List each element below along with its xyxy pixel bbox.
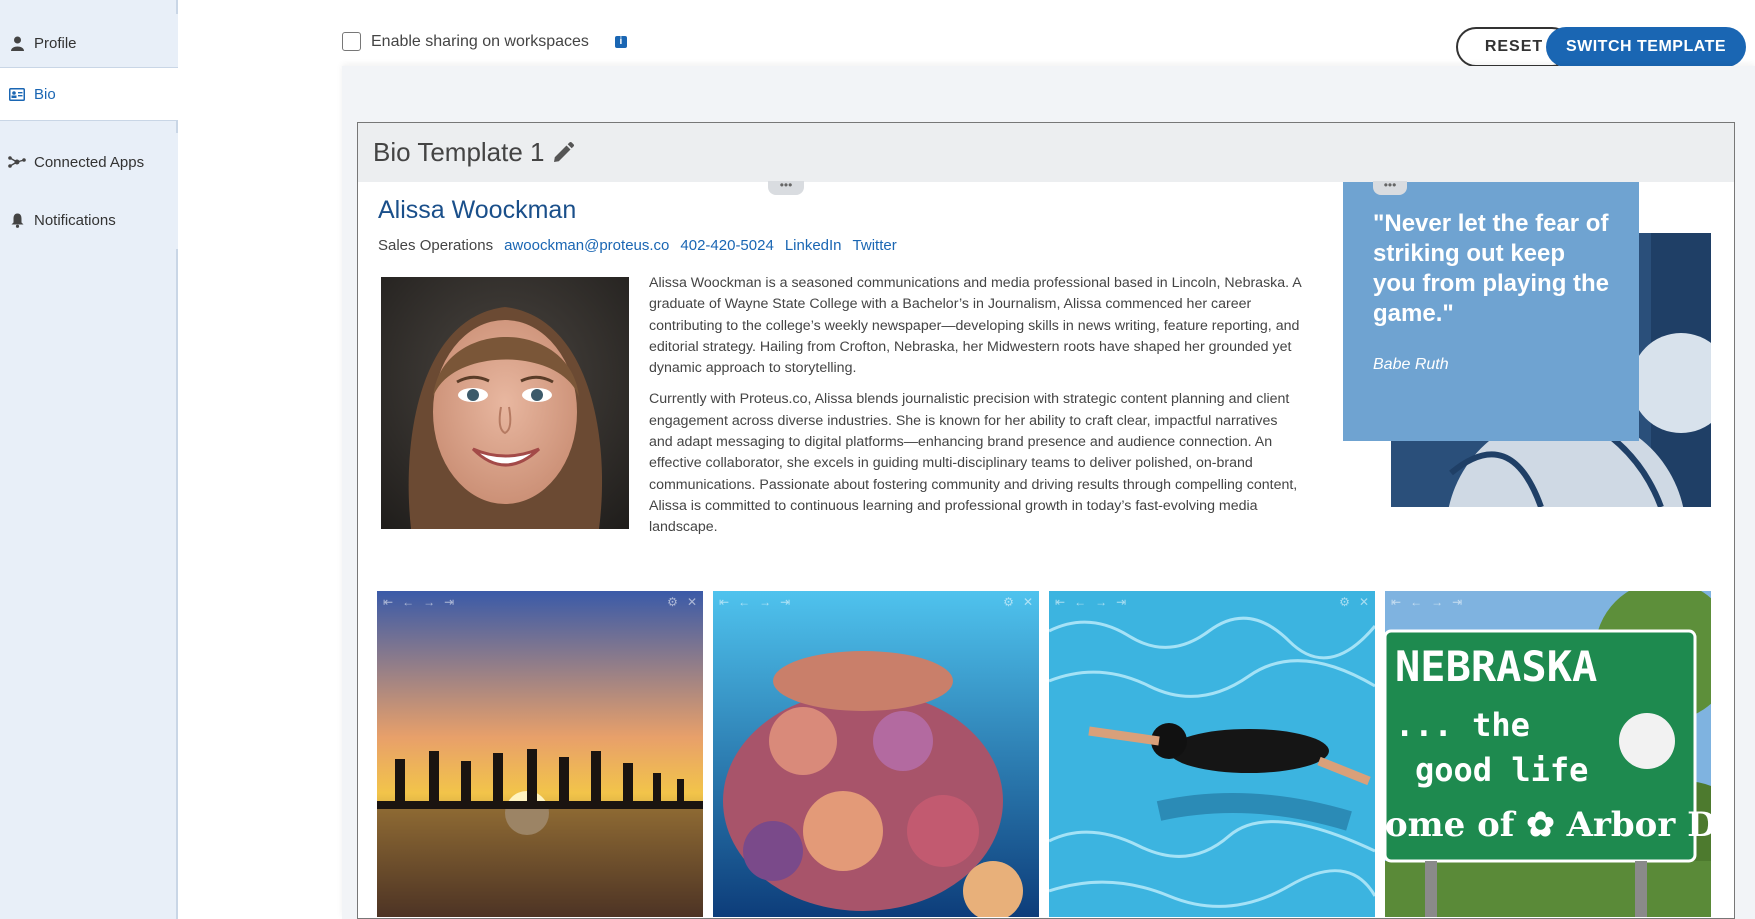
- gallery-controls: ⇤ ← → ⇥ ⚙ ✕: [713, 591, 1039, 613]
- linkedin-link[interactable]: LinkedIn: [785, 237, 842, 254]
- move-last-icon[interactable]: ⇥: [444, 595, 454, 609]
- gallery-controls: ⇤ ← → ⇥: [1385, 591, 1711, 613]
- quote-card: "Never let the fear of striking out keep…: [1343, 182, 1639, 441]
- sidebar-item-bio[interactable]: Bio: [0, 67, 178, 121]
- arrow-right-icon[interactable]: →: [1431, 595, 1443, 609]
- arrow-left-icon[interactable]: ←: [1410, 595, 1422, 609]
- arrow-right-icon[interactable]: →: [423, 595, 435, 609]
- bell-icon: [8, 211, 26, 229]
- move-last-icon[interactable]: ⇥: [1116, 595, 1126, 609]
- twitter-link[interactable]: Twitter: [853, 237, 897, 254]
- sign-text: ome of ✿ Arbor Da: [1385, 805, 1711, 845]
- close-icon[interactable]: ✕: [1359, 595, 1369, 609]
- move-first-icon[interactable]: ⇤: [383, 595, 393, 609]
- switch-template-button[interactable]: SWITCH TEMPLATE: [1546, 27, 1746, 67]
- bio-text: Alissa Woockman is a seasoned communicat…: [649, 273, 1304, 549]
- template-title: Bio Template 1: [373, 137, 545, 167]
- arrow-right-icon[interactable]: →: [1095, 595, 1107, 609]
- sidebar: Profile Bio Connected Apps Notifications: [0, 0, 178, 919]
- quote-author: Babe Ruth: [1373, 356, 1449, 373]
- profile-photo: [381, 277, 629, 529]
- id-card-icon: [8, 85, 26, 103]
- gear-icon[interactable]: ⚙: [1003, 595, 1014, 609]
- template-header: Bio Template 1: [358, 123, 1734, 182]
- bio-paragraph: Currently with Proteus.co, Alissa blends…: [649, 391, 1298, 536]
- sidebar-item-label: Profile: [34, 34, 77, 52]
- gallery-controls: ⇤ ← → ⇥ ⚙ ✕: [1049, 591, 1375, 613]
- sidebar-item-label: Bio: [34, 85, 56, 103]
- phone-link[interactable]: 402-420-5024: [680, 237, 773, 254]
- close-icon[interactable]: ✕: [1023, 595, 1033, 609]
- drag-handle[interactable]: •••: [1373, 179, 1407, 195]
- email-link[interactable]: awoockman@proteus.co: [504, 237, 669, 254]
- sidebar-item-connected-apps[interactable]: Connected Apps: [0, 133, 178, 191]
- share-toggle-row: Enable sharing on workspaces i: [342, 32, 627, 51]
- quote-text: "Never let the fear of striking out keep…: [1373, 210, 1610, 327]
- bio-paragraph: Alissa Woockman is a seasoned communicat…: [649, 275, 1301, 377]
- move-first-icon[interactable]: ⇤: [719, 595, 729, 609]
- sidebar-item-label: Notifications: [34, 211, 116, 229]
- profile-name: Alissa Woockman: [378, 196, 577, 224]
- sidebar-item-profile[interactable]: Profile: [0, 14, 178, 72]
- close-icon[interactable]: ✕: [687, 595, 697, 609]
- user-icon: [8, 34, 26, 52]
- share-checkbox[interactable]: [342, 32, 361, 51]
- arrow-left-icon[interactable]: ←: [402, 595, 414, 609]
- move-last-icon[interactable]: ⇥: [780, 595, 790, 609]
- gear-icon[interactable]: ⚙: [1339, 595, 1350, 609]
- arrow-left-icon[interactable]: ←: [738, 595, 750, 609]
- gallery-image-swimmer: ⇤ ← → ⇥ ⚙ ✕: [1049, 591, 1375, 917]
- gear-icon[interactable]: ⚙: [667, 595, 678, 609]
- sign-text: ... the: [1395, 706, 1530, 744]
- sign-text: NEBRASKA: [1395, 642, 1597, 691]
- drag-handle[interactable]: •••: [768, 179, 804, 195]
- info-icon[interactable]: i: [614, 35, 627, 48]
- network-icon: [8, 153, 26, 171]
- share-label: Enable sharing on workspaces: [371, 32, 589, 50]
- gallery-image-coral-reef: ⇤ ← → ⇥ ⚙ ✕: [713, 591, 1039, 917]
- arrow-left-icon[interactable]: ←: [1074, 595, 1086, 609]
- contact-row: Sales Operations awoockman@proteus.co 40…: [378, 237, 897, 254]
- gallery-image-sunset: ⇤ ← → ⇥ ⚙ ✕: [377, 591, 703, 917]
- role-text: Sales Operations: [378, 237, 494, 254]
- gallery-image-nebraska-sign: NEBRASKA ... the good life ome of ✿ Arbo…: [1385, 591, 1711, 917]
- move-first-icon[interactable]: ⇤: [1055, 595, 1065, 609]
- move-last-icon[interactable]: ⇥: [1452, 595, 1462, 609]
- sidebar-item-notifications[interactable]: Notifications: [0, 191, 178, 249]
- sidebar-item-label: Connected Apps: [34, 153, 145, 171]
- move-first-icon[interactable]: ⇤: [1391, 595, 1401, 609]
- sign-text: good life: [1415, 751, 1588, 789]
- bio-template-card: Bio Template 1 ••• Alissa Woockman Sales…: [357, 122, 1735, 919]
- arrow-right-icon[interactable]: →: [759, 595, 771, 609]
- gallery-controls: ⇤ ← → ⇥ ⚙ ✕: [377, 591, 703, 613]
- pencil-icon[interactable]: [551, 141, 575, 165]
